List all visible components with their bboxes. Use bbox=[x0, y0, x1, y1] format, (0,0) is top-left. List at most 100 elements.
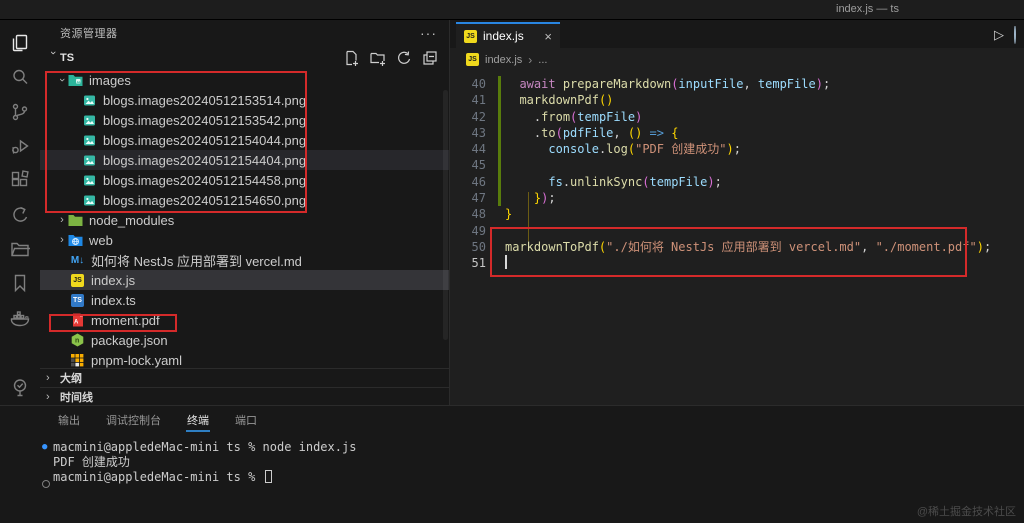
code-line-49[interactable]: 49 bbox=[450, 223, 1024, 239]
tree-item-pnpm-lock.yaml[interactable]: pnpm-lock.yaml bbox=[40, 350, 449, 368]
code-text: } bbox=[505, 207, 513, 222]
code-editor[interactable]: 40 await prepareMarkdown(inputFile, temp… bbox=[450, 71, 1024, 405]
chevron-down-icon: › bbox=[56, 78, 68, 82]
tree-item-blogs.images20240512154044.png[interactable]: blogs.images20240512154044.png bbox=[40, 130, 449, 150]
folder-node-icon bbox=[68, 213, 83, 227]
terminal-cursor bbox=[264, 470, 272, 483]
image-icon bbox=[82, 133, 97, 147]
tree-item-label: blogs.images20240512154458.png bbox=[103, 172, 307, 188]
activity-todo-tree-icon[interactable] bbox=[0, 371, 40, 405]
activity-source-control-icon[interactable] bbox=[0, 95, 40, 129]
tree-item-blogs.images20240512154404.png[interactable]: blogs.images20240512154404.png bbox=[40, 150, 449, 170]
activity-project-manager-icon[interactable] bbox=[0, 232, 40, 266]
panel-tab-输出[interactable]: 输出 bbox=[57, 406, 81, 434]
breadcrumb-symbol[interactable]: ... bbox=[538, 54, 547, 66]
workspace-section-header[interactable]: › TS bbox=[40, 46, 449, 70]
activity-bookmarks-icon[interactable] bbox=[0, 266, 40, 300]
activity-run-debug-icon[interactable] bbox=[0, 129, 40, 163]
image-icon bbox=[82, 173, 97, 187]
chevron-right-icon: › bbox=[46, 372, 50, 384]
line-number: 41 bbox=[471, 93, 486, 108]
tree-item-index.ts[interactable]: TS index.ts bbox=[40, 290, 449, 310]
terminal-text: PDF 创建成功 bbox=[53, 455, 130, 469]
terminal-text: macmini@appledeMac-mini ts % node index.… bbox=[53, 439, 357, 454]
breadcrumb[interactable]: JS index.js › ... bbox=[450, 48, 1024, 71]
code-line-44[interactable]: 44 console.log("PDF 创建成功"); bbox=[450, 141, 1024, 158]
sidebar-section-时间线[interactable]: › 时间线 bbox=[40, 387, 449, 406]
more-actions-icon[interactable]: ··· bbox=[420, 26, 437, 40]
sidebar-section-label: 大纲 bbox=[60, 373, 82, 385]
tree-item-label: blogs.images20240512153514.png bbox=[103, 92, 307, 108]
tree-item--nestjs-vercel.md[interactable]: M↓ 如何将 NestJs 应用部署到 vercel.md bbox=[40, 250, 449, 270]
clipped-action-icon[interactable] bbox=[1014, 26, 1024, 44]
activity-quick-back-icon[interactable] bbox=[0, 197, 40, 231]
code-text: fs.unlinkSync(tempFile); bbox=[548, 174, 722, 189]
title-bar: index.js — ts bbox=[0, 0, 1024, 20]
tab-label: index.js bbox=[483, 29, 524, 43]
explorer-header: 资源管理器 ··· bbox=[40, 20, 449, 46]
tree-item-label: blogs.images20240512154044.png bbox=[103, 132, 307, 148]
js-file-icon: JS bbox=[466, 53, 479, 66]
code-line-41[interactable]: 41 markdownPdf() bbox=[450, 92, 1024, 109]
activity-docker-icon[interactable] bbox=[0, 300, 40, 334]
tree-item-images[interactable]: › images bbox=[40, 70, 449, 90]
close-icon[interactable]: × bbox=[544, 29, 552, 44]
tree-item-node-modules[interactable]: › node_modules bbox=[40, 210, 449, 230]
refresh-icon[interactable] bbox=[395, 49, 413, 67]
new-folder-icon[interactable] bbox=[369, 49, 387, 67]
svg-text:A: A bbox=[74, 320, 79, 326]
bottom-panel: 输出 调试控制台 终端 端口 ● macmini@appledeMac-mini ts … bbox=[0, 405, 1024, 523]
code-line-40[interactable]: 40 await prepareMarkdown(inputFile, temp… bbox=[450, 76, 1024, 93]
activity-search-icon[interactable] bbox=[0, 60, 40, 94]
line-number: 45 bbox=[471, 158, 486, 173]
tab-index-js[interactable]: JS index.js × bbox=[456, 22, 560, 48]
chevron-right-icon: › bbox=[46, 391, 50, 403]
line-number: 51 bbox=[471, 256, 486, 271]
tree-item-label: blogs.images20240512153542.png bbox=[103, 112, 307, 128]
tree-item-label: blogs.images20240512154650.png bbox=[103, 192, 307, 208]
tree-item-index.js[interactable]: JS index.js bbox=[40, 270, 449, 290]
panel-tab-调试控制台[interactable]: 调试控制台 bbox=[105, 406, 162, 434]
terminal[interactable]: ● macmini@appledeMac-mini ts % node index… bbox=[40, 433, 1024, 488]
tree-item-moment.pdf[interactable]: Amoment.pdf bbox=[40, 310, 449, 330]
sidebar-section-大纲[interactable]: › 大纲 bbox=[40, 368, 449, 387]
tree-item-package.json[interactable]: n package.json bbox=[40, 330, 449, 350]
folder-images-icon bbox=[68, 73, 83, 87]
code-text: console.log("PDF 创建成功"); bbox=[548, 142, 741, 157]
code-line-46[interactable]: 46 fs.unlinkSync(tempFile); bbox=[450, 173, 1024, 191]
terminal-line: PDF 创建成功 bbox=[40, 454, 1024, 469]
editor-tab-bar: JS index.js × ▷ bbox=[450, 20, 1024, 48]
line-number: 44 bbox=[471, 142, 486, 157]
line-number: 49 bbox=[471, 223, 486, 238]
code-line-43[interactable]: 43 .to(pdfFile, () => { bbox=[450, 124, 1024, 142]
tree-item-label: blogs.images20240512154404.png bbox=[103, 152, 307, 168]
breadcrumb-file[interactable]: index.js bbox=[485, 54, 522, 66]
code-text: }); bbox=[533, 191, 556, 206]
tree-item-blogs.images20240512153542.png[interactable]: blogs.images20240512153542.png bbox=[40, 110, 449, 130]
tree-item-blogs.images20240512154458.png[interactable]: blogs.images20240512154458.png bbox=[40, 170, 449, 190]
sidebar-scrollbar[interactable] bbox=[443, 90, 448, 340]
run-file-icon[interactable]: ▷ bbox=[994, 27, 1004, 43]
terminal-line: macmini@appledeMac-mini ts % bbox=[40, 469, 1024, 488]
tree-item-label: images bbox=[89, 72, 131, 88]
gutter bbox=[486, 223, 505, 239]
panel-tab-端口[interactable]: 端口 bbox=[234, 406, 258, 434]
panel-tab-终端[interactable]: 终端 bbox=[186, 406, 210, 434]
tree-item-blogs.images20240512153514.png[interactable]: blogs.images20240512153514.png bbox=[40, 90, 449, 110]
activity-explorer-icon[interactable] bbox=[0, 26, 40, 60]
activity-extensions-icon[interactable] bbox=[0, 163, 40, 197]
code-line-48[interactable]: 48} bbox=[450, 206, 1024, 222]
code-line-45[interactable]: 45 bbox=[450, 157, 1024, 175]
activity-bar bbox=[0, 20, 40, 405]
collapse-all-icon[interactable] bbox=[421, 49, 439, 67]
code-text: .from(tempFile) bbox=[533, 109, 643, 124]
code-line-42[interactable]: 42 .from(tempFile) bbox=[450, 108, 1024, 126]
git-added-gutter bbox=[486, 173, 505, 191]
code-line-50[interactable]: 50 markdownToPdf("./如何将 NestJs 应用部署到 verc… bbox=[450, 239, 1024, 255]
tree-item-web[interactable]: › web bbox=[40, 230, 449, 250]
text-cursor bbox=[505, 255, 507, 270]
new-file-icon[interactable] bbox=[343, 49, 361, 67]
tree-item-blogs.images20240512154650.png[interactable]: blogs.images20240512154650.png bbox=[40, 190, 449, 210]
code-line-47[interactable]: 47 }); bbox=[450, 190, 1024, 207]
code-line-51[interactable]: 51 bbox=[450, 255, 1024, 271]
